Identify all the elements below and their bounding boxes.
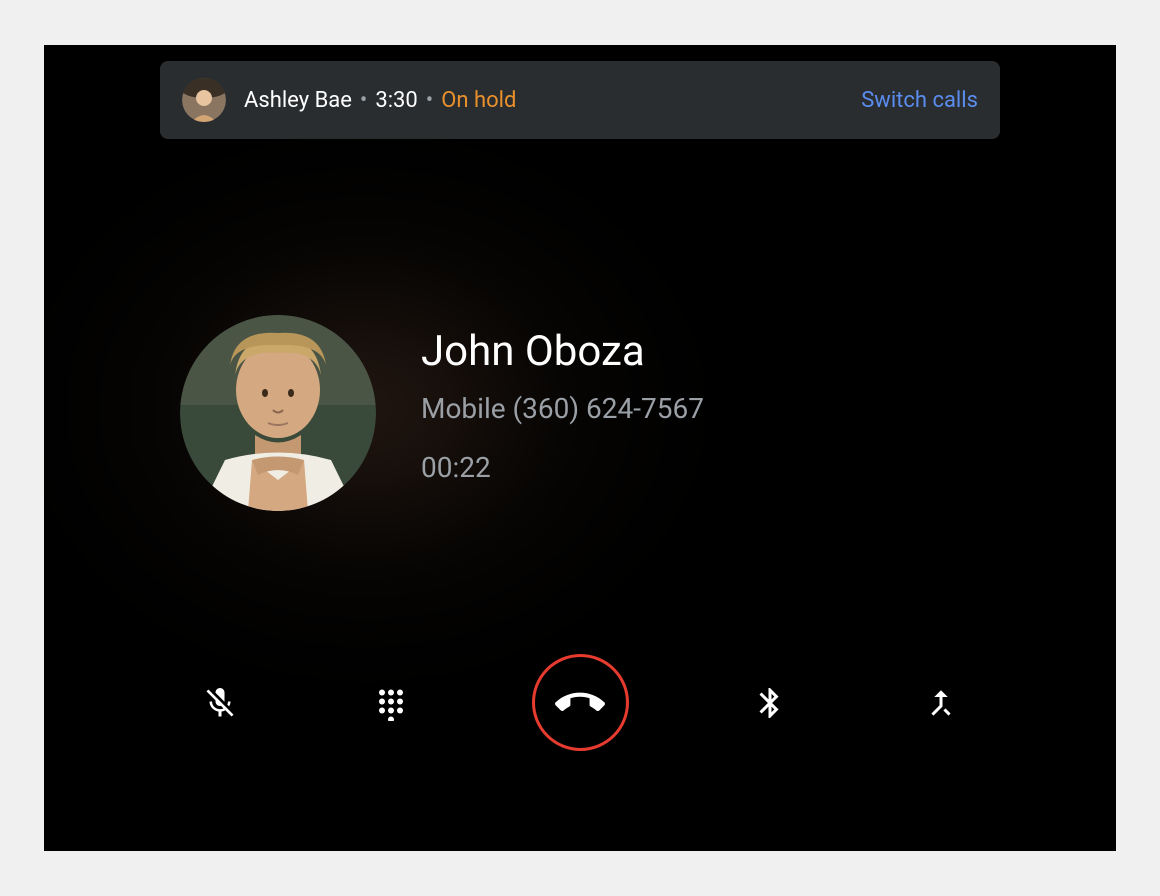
active-caller-info: John Oboza Mobile (360) 624-7567 00:22	[180, 315, 704, 511]
caller-avatar	[180, 315, 376, 511]
mute-button[interactable]	[190, 673, 250, 733]
separator: •	[360, 88, 367, 113]
hold-call-time: 3:30	[375, 88, 417, 113]
dialpad-button[interactable]	[361, 673, 421, 733]
bluetooth-icon	[752, 685, 788, 721]
mic-off-icon	[202, 685, 238, 721]
dialpad-icon	[373, 685, 409, 721]
hold-status: On hold	[441, 88, 516, 113]
call-duration: 00:22	[421, 451, 704, 484]
switch-calls-button[interactable]: Switch calls	[861, 88, 978, 113]
hold-caller-avatar	[182, 78, 226, 122]
merge-calls-icon	[923, 685, 959, 721]
caller-name: John Oboza	[421, 327, 704, 376]
end-call-button[interactable]	[532, 654, 629, 751]
caller-text-block: John Oboza Mobile (360) 624-7567 00:22	[421, 315, 704, 484]
separator: •	[426, 88, 433, 113]
hold-caller-name: Ashley Bae	[244, 88, 352, 113]
hold-banner-text: Ashley Bae • 3:30 • On hold	[244, 88, 861, 113]
end-call-icon	[555, 678, 605, 728]
caller-phone: Mobile (360) 624-7567	[421, 392, 704, 425]
merge-calls-button[interactable]	[911, 673, 971, 733]
bluetooth-button[interactable]	[740, 673, 800, 733]
call-screen: Ashley Bae • 3:30 • On hold Switch calls	[44, 45, 1116, 851]
call-controls-bar	[44, 654, 1116, 751]
hold-call-banner: Ashley Bae • 3:30 • On hold Switch calls	[160, 61, 1000, 139]
